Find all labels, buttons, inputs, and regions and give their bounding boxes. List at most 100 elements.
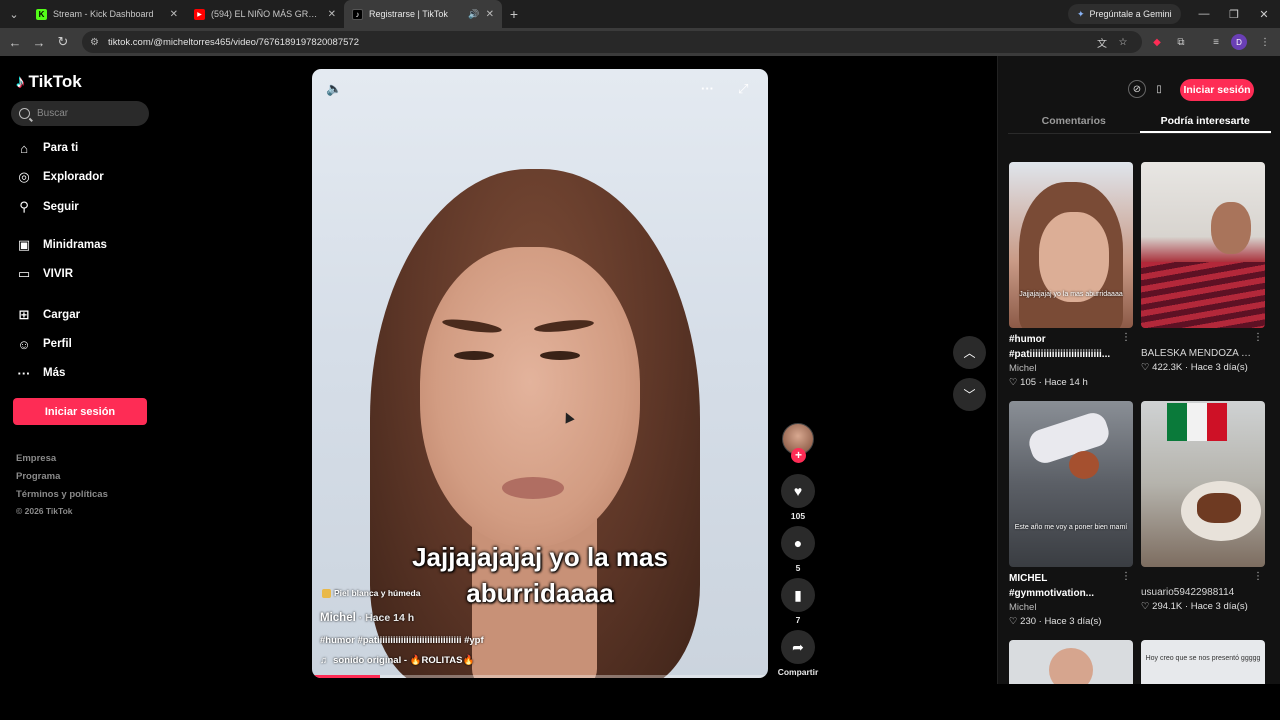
close-tab-icon[interactable]: ✕ xyxy=(328,9,336,20)
back-icon[interactable]: ← xyxy=(3,30,27,54)
sidebar-item-mas[interactable]: ··· Más xyxy=(16,365,66,381)
card-more-icon[interactable]: ⋮ xyxy=(1121,332,1131,343)
follow-plus-icon[interactable]: + xyxy=(791,448,806,463)
browser-tab-youtube[interactable]: ▶ (594) EL NIÑO MÁS GRACIOSO ✕ xyxy=(186,0,344,28)
previous-video-button[interactable]: ︿ xyxy=(953,336,986,369)
more-options-icon[interactable]: ··· xyxy=(701,81,714,96)
recommended-video-card[interactable]: usuario59422988114 ⋮ ♡ 294.1K · Hace 3 d… xyxy=(1141,401,1265,614)
close-tab-icon[interactable]: ✕ xyxy=(486,9,494,20)
video-sound[interactable]: ♫ sonido original - 🔥ROLITAS🔥 xyxy=(320,655,474,666)
thumb-shirt xyxy=(1141,262,1265,328)
next-video-button[interactable]: ﹀ xyxy=(953,378,986,411)
nav-label: VIVIR xyxy=(43,268,74,280)
sidebar-item-cargar[interactable]: ⊞ Cargar xyxy=(16,307,81,323)
video-description[interactable]: #humor #patiiiiiiiiiiiiiiiiiiiiiiiiiiiii… xyxy=(320,635,484,646)
video-player[interactable]: 🔈 ··· ⤢ Jajjajajajaj yo la mas aburridaa… xyxy=(312,69,768,678)
logo-text: TikTok xyxy=(28,72,82,91)
maximize-icon[interactable]: ❐ xyxy=(1219,0,1249,28)
tab-podria-interesarte[interactable]: Podría interesarte xyxy=(1139,108,1271,133)
footer-empresa[interactable]: Empresa xyxy=(16,453,56,464)
card-author[interactable]: Michel xyxy=(1009,601,1133,615)
recommended-video-card[interactable]: Este año me voy a poner bien mamí MICHEL… xyxy=(1009,401,1133,629)
card-more-icon[interactable]: ⋮ xyxy=(1253,332,1263,343)
search-icon xyxy=(19,108,30,119)
recommended-video-card[interactable]: BALESKA MENDOZA 💋 ⋮ ♡ 422.3K · Hace 3 dí… xyxy=(1141,162,1265,375)
upload-icon: ⊞ xyxy=(18,307,30,322)
sidebar-item-para-ti[interactable]: ⌂ Para ti xyxy=(16,140,78,156)
login-button[interactable]: Iniciar sesión xyxy=(13,398,147,425)
card-more-icon[interactable]: ⋮ xyxy=(1121,571,1131,582)
close-window-icon[interactable]: ✕ xyxy=(1249,0,1279,28)
extension-icon[interactable]: ◆ xyxy=(1148,33,1166,51)
compass-icon[interactable]: ⊘ xyxy=(1128,80,1146,98)
card-author[interactable]: Michel xyxy=(1009,362,1133,376)
browser-tab-tiktok[interactable]: ♪ Registrarse | TikTok 🔊 ✕ xyxy=(344,0,502,28)
thumb-caption: Hoy creo que se nos presentó ggggg xyxy=(1145,655,1261,662)
video-thumbnail[interactable] xyxy=(1141,162,1265,328)
extensions-puzzle-icon[interactable]: ⧉ xyxy=(1172,33,1190,51)
comment-button[interactable]: ● xyxy=(781,526,815,560)
bookmark-star-icon[interactable]: ☆ xyxy=(1114,33,1132,51)
profile-avatar[interactable]: D xyxy=(1231,34,1247,50)
sidebar-item-minidramas[interactable]: ▣ Minidramas xyxy=(16,237,107,253)
nav-label: Perfil xyxy=(43,338,72,350)
video-progress-fill xyxy=(312,675,381,678)
gemini-button[interactable]: ✦ Pregúntale a Gemini xyxy=(1068,4,1181,24)
panel-login-button[interactable]: Iniciar sesión xyxy=(1180,79,1254,101)
sidebar-item-explorador[interactable]: ◎ Explorador xyxy=(16,169,103,185)
browser-tab-kick[interactable]: K Stream - Kick Dashboard ✕ xyxy=(28,0,186,28)
footer-programa[interactable]: Programa xyxy=(16,471,60,482)
nav-label: Para ti xyxy=(43,142,79,154)
media-control-icon[interactable]: ≡ xyxy=(1207,33,1225,51)
share-button[interactable]: ➦ xyxy=(781,630,815,664)
url-field[interactable]: ⚙ tiktok.com/@micheltorres465/video/7676… xyxy=(82,31,1142,53)
forward-icon[interactable]: → xyxy=(27,30,51,54)
site-info-icon[interactable]: ⚙ xyxy=(90,37,99,48)
video-thumbnail[interactable]: Jajjajajajaj yo la mas aburridaaaa xyxy=(1009,162,1133,328)
live-icon: ▭ xyxy=(17,266,31,281)
browser-menu-icon[interactable]: ⋮ xyxy=(1256,33,1274,51)
recommended-video-thumbnail[interactable]: Hoy creo que se nos presentó ggggg xyxy=(1141,640,1265,684)
new-tab-icon[interactable]: + xyxy=(502,6,526,22)
sidebar-item-vivir[interactable]: ▭ VIVIR xyxy=(16,266,73,282)
close-tab-icon[interactable]: ✕ xyxy=(170,9,178,20)
card-stats-text: 105 · Hace 14 h xyxy=(1020,377,1088,388)
author-name[interactable]: Michel xyxy=(320,612,356,624)
sidebar-item-seguir[interactable]: ⚲ Seguir xyxy=(16,199,79,215)
video-frame-lips xyxy=(502,477,564,499)
video-progress-bar[interactable] xyxy=(312,675,768,678)
reload-icon[interactable]: ↻ xyxy=(51,30,75,54)
address-bar-row: ← → ↻ ⚙ tiktok.com/@micheltorres465/vide… xyxy=(0,28,1280,56)
card-more-icon[interactable]: ⋮ xyxy=(1253,571,1263,582)
video-author[interactable]: Michel · Hace 14 h xyxy=(320,612,414,624)
card-title[interactable]: #humor #patiiiiiiiiiiiiiiiiiiiiiiiiii... xyxy=(1009,332,1121,362)
audio-playing-icon[interactable]: 🔊 xyxy=(468,9,479,20)
minimize-icon[interactable]: — xyxy=(1189,0,1219,28)
card-title[interactable]: BALESKA MENDOZA 💋 xyxy=(1141,346,1253,361)
like-button[interactable]: ♥ xyxy=(781,474,815,508)
tiktok-logo[interactable]: ♪ TikTok xyxy=(16,72,82,92)
save-button[interactable]: ▮ xyxy=(781,578,815,612)
browser-tab-bar: ⌄ K Stream - Kick Dashboard ✕ ▶ (594) EL… xyxy=(0,0,1280,28)
tab-search-icon[interactable]: ⌄ xyxy=(0,0,28,28)
more-icon: ··· xyxy=(17,365,31,381)
sidebar-item-perfil[interactable]: ☺ Perfil xyxy=(16,336,72,352)
device-icon[interactable]: ▯ xyxy=(1150,80,1168,98)
card-title[interactable]: MICHEL #gymmotivation... xyxy=(1009,571,1121,601)
flag-white xyxy=(1187,403,1207,441)
effect-tag[interactable]: Piel blanca y húmeda xyxy=(322,588,420,598)
comment-icon: ● xyxy=(793,535,803,551)
recommended-video-thumbnail[interactable] xyxy=(1009,640,1133,684)
video-thumbnail[interactable] xyxy=(1141,401,1265,567)
home-icon: ⌂ xyxy=(20,140,28,156)
card-title[interactable]: usuario59422988114 xyxy=(1141,585,1253,600)
fullscreen-icon[interactable]: ⤢ xyxy=(738,81,748,97)
tab-comentarios[interactable]: Comentarios xyxy=(1008,108,1140,133)
film-icon: ▣ xyxy=(17,237,31,252)
video-thumbnail[interactable]: Este año me voy a poner bien mamí xyxy=(1009,401,1133,567)
search-input[interactable]: Buscar xyxy=(11,101,149,126)
volume-icon[interactable]: 🔈 xyxy=(326,81,342,97)
translate-icon[interactable]: 文 xyxy=(1093,33,1111,51)
recommended-video-card[interactable]: Jajjajajajaj yo la mas aburridaaaa #humo… xyxy=(1009,162,1133,390)
footer-terminos[interactable]: Términos y políticas xyxy=(16,489,108,500)
